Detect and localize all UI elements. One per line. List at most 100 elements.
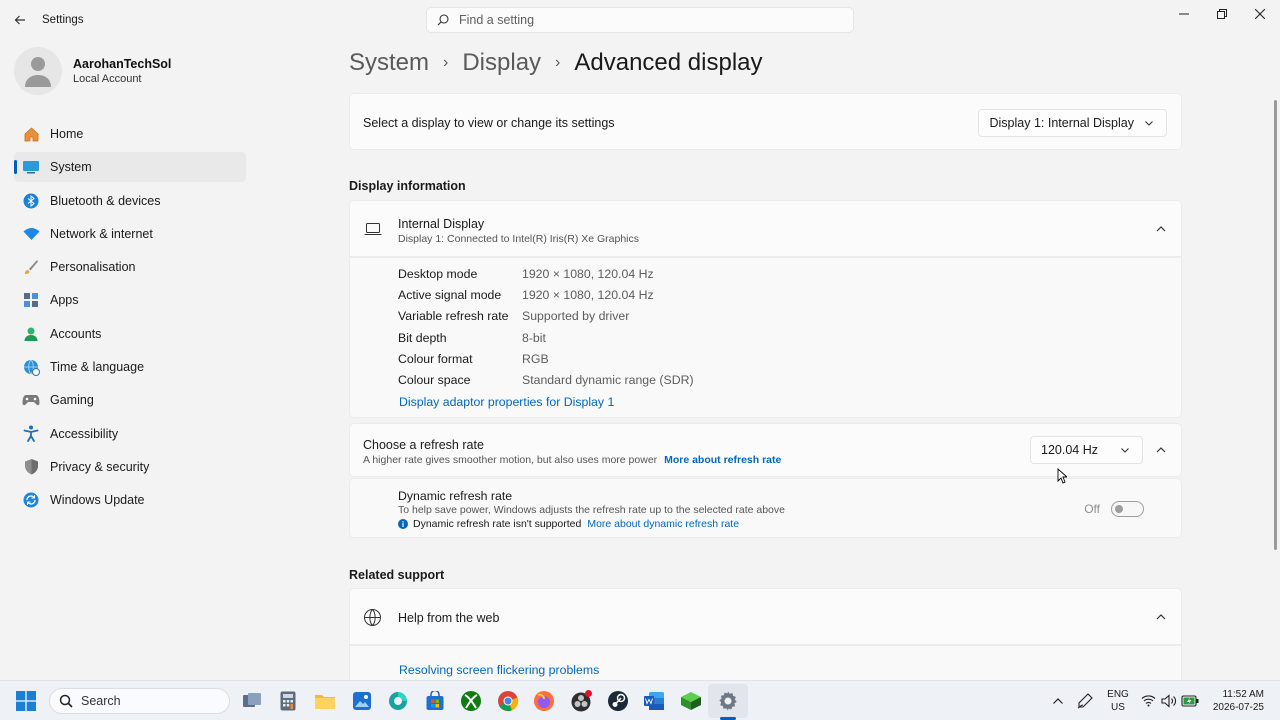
- scrollbar[interactable]: [1274, 100, 1277, 550]
- gaming-app-icon[interactable]: [679, 689, 703, 713]
- microsoft-store-icon[interactable]: [423, 689, 447, 713]
- profile-name: AarohanTechSol: [73, 57, 172, 71]
- refresh-rate-title: Choose a refresh rate: [363, 438, 484, 452]
- toggle-knob: [1115, 505, 1123, 513]
- taskbar: ENG US 11:52 AM 2026-07-25: [0, 680, 1280, 720]
- sidebar-item-home[interactable]: Home: [14, 119, 246, 149]
- chrome-icon[interactable]: [496, 689, 520, 713]
- user-icon: [25, 57, 51, 87]
- minimize-button[interactable]: [1167, 4, 1201, 24]
- info-value: 8-bit: [522, 331, 546, 345]
- keyboard-layout: US: [1111, 702, 1125, 713]
- system-icon: [22, 158, 40, 176]
- settings-gear-icon[interactable]: [716, 689, 740, 713]
- display-select-dropdown[interactable]: Display 1: Internal Display: [978, 109, 1167, 137]
- breadcrumb-display[interactable]: Display: [462, 49, 541, 77]
- language-code: ENG: [1107, 689, 1129, 700]
- display-adaptor-properties-link[interactable]: Display adaptor properties for Display 1: [399, 395, 614, 409]
- sidebar-item-network[interactable]: Network & internet: [14, 219, 246, 249]
- chevron-up-icon[interactable]: [1155, 444, 1167, 456]
- home-icon: [22, 125, 40, 143]
- globe-clock-icon: [22, 358, 40, 376]
- display-information-heading: Display information: [349, 179, 466, 193]
- display-select-label: Select a display to view or change its s…: [363, 116, 615, 130]
- sidebar-item-label: Personalisation: [50, 260, 136, 275]
- windows-start-icon[interactable]: [16, 691, 36, 711]
- sidebar-item-windows-update[interactable]: Windows Update: [14, 485, 246, 515]
- system-clock[interactable]: 11:52 AM 2026-07-25: [1208, 688, 1264, 714]
- xbox-icon[interactable]: [459, 689, 483, 713]
- bluetooth-icon: [22, 192, 40, 210]
- avatar: [14, 47, 62, 95]
- dynamic-refresh-toggle[interactable]: [1111, 501, 1144, 517]
- restore-icon: [1217, 9, 1227, 19]
- info-value: Standard dynamic range (SDR): [522, 373, 694, 387]
- input-language-indicator[interactable]: ENG US: [1107, 688, 1129, 714]
- user-profile[interactable]: AarohanTechSol Local Account: [14, 47, 171, 95]
- help-from-web-content: Resolving screen flickering problems: [349, 645, 1182, 685]
- back-button[interactable]: [10, 10, 30, 30]
- breadcrumb-system[interactable]: System: [349, 49, 429, 77]
- volume-icon[interactable]: [1161, 694, 1177, 708]
- word-icon[interactable]: [642, 689, 666, 713]
- sidebar-item-bluetooth[interactable]: Bluetooth & devices: [14, 186, 246, 216]
- sidebar-item-system[interactable]: System: [14, 152, 246, 183]
- chevron-up-icon[interactable]: [1155, 611, 1167, 623]
- battery-charging-icon[interactable]: [1181, 693, 1199, 709]
- info-key: Colour format: [398, 352, 473, 366]
- info-key: Bit depth: [398, 331, 447, 345]
- copilot-icon[interactable]: [386, 689, 410, 713]
- dynamic-refresh-note: i Dynamic refresh rate isn't supported M…: [398, 518, 739, 530]
- update-icon: [22, 491, 40, 509]
- globe-icon: [364, 609, 381, 626]
- close-button[interactable]: [1243, 4, 1277, 24]
- wifi-icon[interactable]: [1141, 694, 1156, 707]
- taskbar-search-box[interactable]: [49, 688, 230, 714]
- sidebar-item-label: System: [50, 160, 92, 175]
- sidebar-item-time-language[interactable]: Time & language: [14, 352, 246, 382]
- resolving-flickering-link[interactable]: Resolving screen flickering problems: [399, 663, 599, 677]
- more-about-refresh-rate-link[interactable]: More about refresh rate: [664, 454, 781, 466]
- sidebar-item-label: Home: [50, 127, 84, 141]
- display-info-title: Internal Display: [398, 217, 485, 231]
- display-info-subtitle: Display 1: Connected to Intel(R) Iris(R)…: [398, 233, 640, 245]
- breadcrumb: System › Display › Advanced display: [349, 46, 763, 80]
- sidebar-item-accessibility[interactable]: Accessibility: [14, 419, 246, 449]
- page-title: Advanced display: [574, 49, 763, 76]
- steam-icon[interactable]: [606, 689, 630, 713]
- restore-button[interactable]: [1205, 4, 1239, 24]
- minimize-icon: [1179, 13, 1189, 15]
- calculator-icon[interactable]: [276, 689, 300, 713]
- firefox-icon[interactable]: [532, 689, 556, 713]
- file-explorer-icon[interactable]: [313, 689, 337, 713]
- mouse-cursor-icon: [1057, 468, 1067, 484]
- sidebar-item-personalisation[interactable]: Personalisation: [14, 252, 246, 282]
- task-view-icon[interactable]: [240, 689, 264, 713]
- photos-icon[interactable]: [350, 689, 374, 713]
- sidebar-item-apps[interactable]: Apps: [14, 285, 246, 315]
- refresh-rate-dropdown[interactable]: 120.04 Hz: [1030, 436, 1143, 464]
- info-key: Colour space: [398, 373, 471, 387]
- sidebar-item-accounts[interactable]: Accounts: [14, 319, 246, 349]
- refresh-rate-value: 120.04 Hz: [1041, 443, 1098, 457]
- settings-search-box[interactable]: [426, 7, 854, 33]
- sidebar-item-label: Privacy & security: [50, 459, 150, 474]
- obs-studio-icon[interactable]: [569, 689, 593, 713]
- clock-date: 2026-07-25: [1212, 702, 1264, 713]
- refresh-rate-subtitle-row: A higher rate gives smoother motion, but…: [363, 454, 781, 466]
- sidebar-item-label: Apps: [50, 293, 79, 308]
- pen-menu-icon[interactable]: [1076, 692, 1094, 710]
- taskbar-search-input[interactable]: [81, 694, 221, 708]
- chevron-up-icon[interactable]: [1052, 696, 1064, 706]
- chevron-up-icon[interactable]: [1155, 223, 1167, 235]
- close-icon: [1255, 9, 1265, 19]
- info-key: Desktop mode: [398, 267, 478, 281]
- sidebar-item-privacy-security[interactable]: Privacy & security: [14, 452, 246, 482]
- related-support-heading: Related support: [349, 568, 445, 582]
- settings-search-input[interactable]: [459, 13, 839, 27]
- more-about-dynamic-refresh-link[interactable]: More about dynamic refresh rate: [587, 518, 739, 530]
- sidebar-item-gaming[interactable]: Gaming: [14, 385, 246, 415]
- help-from-web-header[interactable]: Help from the web: [349, 588, 1182, 645]
- display-info-header[interactable]: Internal Display Display 1: Connected to…: [349, 200, 1182, 257]
- info-value: RGB: [522, 352, 549, 366]
